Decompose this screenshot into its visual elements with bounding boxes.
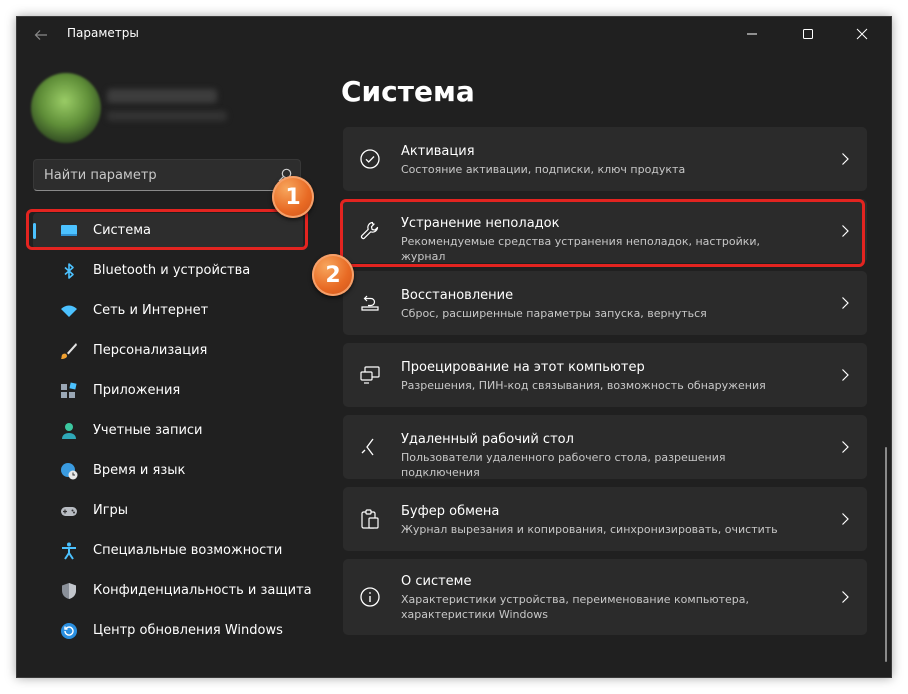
person-icon bbox=[62, 423, 76, 439]
sidebar-item-label: Учетные записи bbox=[93, 423, 203, 438]
page-title: Система bbox=[341, 75, 475, 108]
bluetooth-icon bbox=[64, 263, 74, 279]
card-subtitle: Разрешения, ПИН-код связывания, возможно… bbox=[401, 379, 766, 392]
chevron-right-icon bbox=[842, 591, 849, 603]
maximize-button[interactable] bbox=[785, 21, 831, 47]
sidebar-item-privacy[interactable]: Конфиденциальность и защита bbox=[33, 573, 312, 609]
card-subtitle: Состояние активации, подписки, ключ прод… bbox=[401, 163, 686, 176]
clipboard-icon bbox=[361, 509, 379, 529]
sidebar-item-personalization[interactable]: Персонализация bbox=[33, 333, 303, 369]
card-title: Буфер обмена bbox=[401, 504, 500, 519]
sidebar-item-gaming[interactable]: Игры bbox=[33, 493, 303, 529]
step-badge-1: 1 bbox=[272, 176, 314, 218]
sidebar-item-label: Центр обновления Windows bbox=[93, 623, 283, 638]
card-projection[interactable]: Проецирование на этот компьютер Разрешен… bbox=[343, 343, 867, 407]
shield-icon bbox=[62, 583, 76, 599]
sidebar-item-label: Игры bbox=[93, 503, 129, 518]
close-button[interactable] bbox=[839, 21, 885, 47]
card-title: Проецирование на этот компьютер bbox=[401, 360, 645, 375]
maximize-icon bbox=[803, 29, 813, 39]
search-box[interactable] bbox=[33, 159, 301, 191]
card-subtitle: Журнал вырезания и копирования, синхрони… bbox=[401, 523, 778, 536]
card-activation[interactable]: Активация Состояние активации, подписки,… bbox=[343, 127, 867, 191]
check-circle-icon bbox=[360, 149, 380, 169]
sidebar-item-apps[interactable]: Приложения bbox=[33, 373, 303, 409]
window-title: Параметры bbox=[67, 26, 139, 40]
chevron-right-icon bbox=[842, 441, 849, 453]
arrow-left-icon bbox=[34, 30, 47, 40]
card-title: Активация bbox=[401, 144, 475, 159]
wifi-icon bbox=[61, 305, 77, 317]
chevron-right-icon bbox=[842, 153, 849, 165]
card-subtitle: Характеристики устройства, переименовани… bbox=[401, 593, 750, 621]
sidebar-item-time-language[interactable]: Время и язык bbox=[33, 453, 303, 489]
title-bar: Параметры bbox=[17, 17, 891, 51]
recovery-icon bbox=[361, 295, 379, 311]
card-remote-desktop[interactable]: Удаленный рабочий стол Пользователи удал… bbox=[343, 415, 867, 479]
chevron-right-icon bbox=[842, 369, 849, 381]
card-recovery[interactable]: Восстановление Сброс, расширенные параме… bbox=[343, 271, 867, 335]
scrollbar[interactable] bbox=[885, 447, 887, 662]
minimize-icon bbox=[747, 33, 757, 35]
sidebar-item-accounts[interactable]: Учетные записи bbox=[33, 413, 303, 449]
close-icon bbox=[856, 28, 868, 40]
sidebar-item-label: Специальные возможности bbox=[93, 543, 283, 558]
card-subtitle: Сброс, расширенные параметры запуска, ве… bbox=[401, 307, 707, 320]
back-button[interactable] bbox=[27, 25, 55, 45]
chevron-right-icon bbox=[842, 297, 849, 309]
avatar[interactable] bbox=[31, 73, 101, 143]
user-email-blurred bbox=[107, 111, 227, 121]
minimize-button[interactable] bbox=[729, 21, 775, 47]
highlight-system bbox=[26, 209, 308, 250]
gamepad-icon bbox=[61, 507, 77, 516]
highlight-troubleshoot bbox=[340, 199, 865, 267]
card-subtitle: Пользователи удаленного рабочего стола, … bbox=[401, 451, 726, 479]
info-icon bbox=[360, 587, 380, 607]
sidebar-item-accessibility[interactable]: Специальные возможности bbox=[33, 533, 303, 569]
sidebar-item-label: Сеть и Интернет bbox=[93, 303, 209, 318]
accessibility-icon bbox=[62, 542, 76, 560]
search-input[interactable] bbox=[44, 160, 274, 190]
card-title: Восстановление bbox=[401, 288, 514, 303]
card-clipboard[interactable]: Буфер обмена Журнал вырезания и копирова… bbox=[343, 487, 867, 551]
step-badge-2: 2 bbox=[312, 254, 354, 296]
chevron-right-icon bbox=[842, 513, 849, 525]
globe-clock-icon bbox=[61, 463, 78, 480]
brush-icon bbox=[61, 343, 77, 359]
sidebar-item-label: Время и язык bbox=[93, 463, 186, 478]
sidebar-item-windows-update[interactable]: Центр обновления Windows bbox=[33, 613, 303, 649]
projection-icon bbox=[360, 366, 380, 384]
update-icon bbox=[61, 623, 77, 639]
sidebar-item-network[interactable]: Сеть и Интернет bbox=[33, 293, 303, 329]
sidebar-item-label: Приложения bbox=[93, 383, 181, 398]
card-title: О системе bbox=[401, 574, 472, 589]
apps-icon bbox=[61, 382, 77, 398]
remote-desktop-icon bbox=[361, 438, 374, 456]
user-name-blurred bbox=[107, 89, 217, 103]
card-title: Удаленный рабочий стол bbox=[401, 432, 574, 447]
sidebar-item-bluetooth[interactable]: Bluetooth и устройства bbox=[33, 253, 303, 289]
card-about[interactable]: О системе Характеристики устройства, пер… bbox=[343, 559, 867, 635]
sidebar-item-label: Bluetooth и устройства bbox=[93, 263, 251, 278]
sidebar-item-label: Конфиденциальность и защита bbox=[93, 583, 312, 598]
sidebar-item-label: Персонализация bbox=[93, 343, 208, 358]
settings-window: Параметры Система bbox=[16, 16, 892, 678]
